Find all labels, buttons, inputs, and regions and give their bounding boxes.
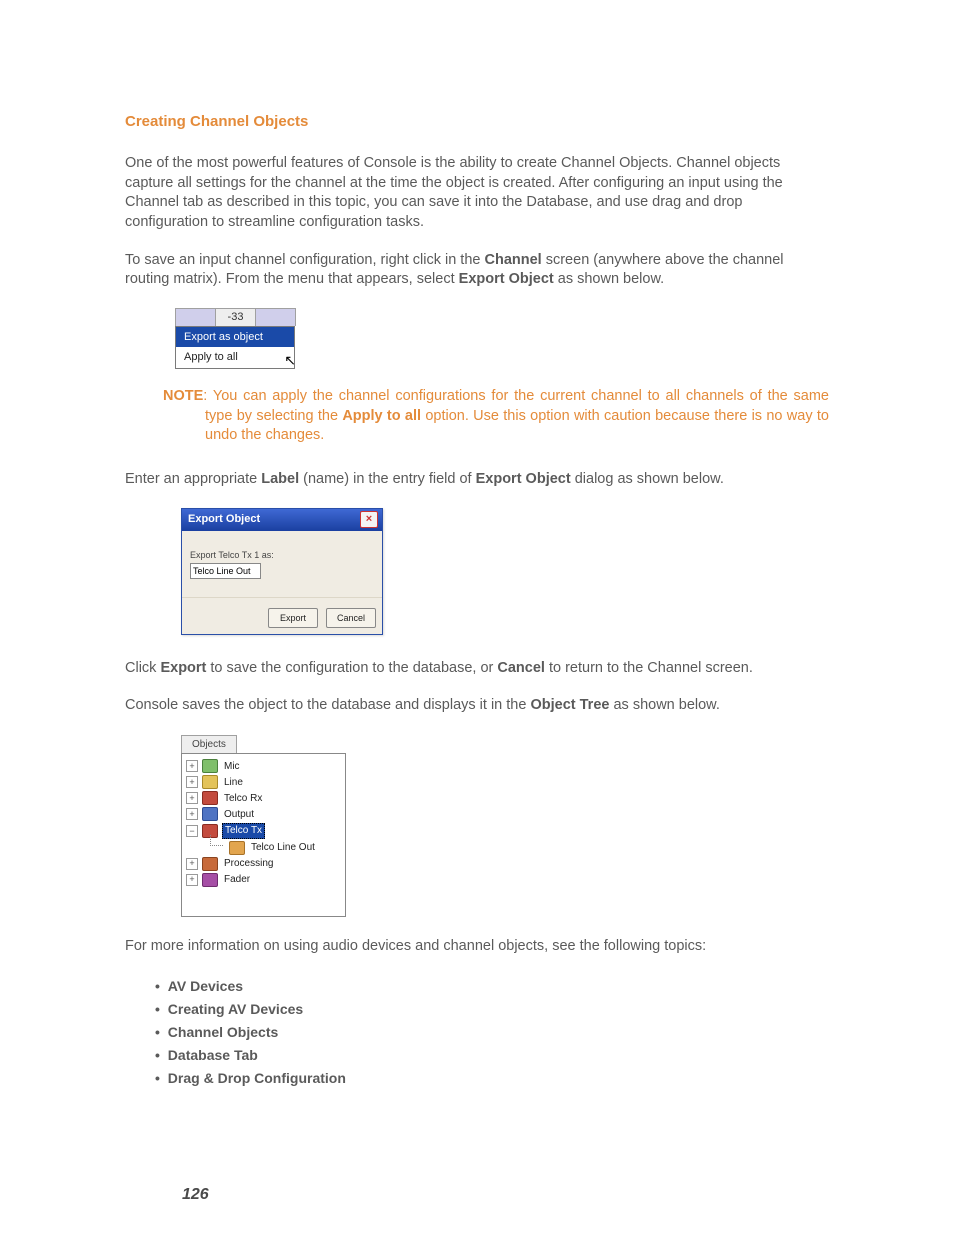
paragraph-more-info: For more information on using audio devi… — [125, 937, 829, 957]
expand-icon[interactable]: + — [186, 858, 198, 870]
tree-item-mic[interactable]: + Mic — [186, 758, 341, 774]
object-tree-panel: + Mic + Line + Telco Rx — [181, 753, 346, 917]
tree-item-telco-line-out[interactable]: Telco Line Out — [186, 840, 341, 856]
expand-icon[interactable]: + — [186, 776, 198, 788]
gain-seg-left — [175, 308, 216, 326]
context-menu: Export as object Apply to all ↖ — [175, 326, 295, 370]
tab-objects[interactable]: Objects — [181, 735, 237, 754]
expand-icon[interactable]: + — [186, 808, 198, 820]
topic-link-av-devices[interactable]: AV Devices — [155, 975, 829, 998]
gain-readout: -33 — [215, 308, 256, 326]
tree-item-fader[interactable]: + Fader — [186, 872, 341, 888]
context-menu-item-export-as-object[interactable]: Export as object — [176, 327, 294, 348]
dialog-title: Export Object — [188, 512, 260, 527]
export-field-label: Export Telco Tx 1 as: — [190, 549, 374, 561]
export-dialog-figure: Export Object × Export Telco Tx 1 as: Ex… — [181, 508, 829, 635]
topic-link-creating-av[interactable]: Creating AV Devices — [155, 998, 829, 1021]
paragraph-rightclick: To save an input channel configuration, … — [125, 251, 829, 290]
paragraph-intro: One of the most powerful features of Con… — [125, 154, 829, 232]
mic-icon — [202, 759, 218, 773]
topic-link-database-tab[interactable]: Database Tab — [155, 1044, 829, 1067]
block-icon — [229, 841, 245, 855]
paragraph-enter-label: Enter an appropriate Label (name) in the… — [125, 470, 829, 490]
fader-icon — [202, 873, 218, 887]
tree-connector-icon — [210, 835, 223, 846]
export-button[interactable]: Export — [268, 608, 318, 628]
note-label: NOTE — [163, 388, 203, 404]
tree-item-telco-rx[interactable]: + Telco Rx — [186, 790, 341, 806]
topic-link-channel-objects[interactable]: Channel Objects — [155, 1021, 829, 1044]
section-heading: Creating Channel Objects — [125, 112, 829, 132]
note-block: NOTE: You can apply the channel configur… — [125, 387, 829, 446]
tree-item-output[interactable]: + Output — [186, 806, 341, 822]
export-object-dialog: Export Object × Export Telco Tx 1 as: Ex… — [181, 508, 383, 635]
line-icon — [202, 775, 218, 789]
collapse-icon[interactable]: − — [186, 825, 198, 837]
topic-link-drag-drop[interactable]: Drag & Drop Configuration — [155, 1067, 829, 1090]
object-tree-figure: Objects + Mic + Line + — [181, 734, 829, 918]
tree-item-line[interactable]: + Line — [186, 774, 341, 790]
context-menu-item-apply-to-all[interactable]: Apply to all — [176, 347, 294, 368]
export-name-input[interactable] — [190, 563, 261, 579]
document-body: Creating Channel Objects One of the most… — [125, 112, 829, 1089]
expand-icon[interactable]: + — [186, 792, 198, 804]
telco-rx-icon — [202, 791, 218, 805]
tree-item-processing[interactable]: + Processing — [186, 856, 341, 872]
paragraph-click-export: Click Export to save the configuration t… — [125, 659, 829, 679]
output-icon — [202, 807, 218, 821]
expand-icon[interactable]: + — [186, 760, 198, 772]
paragraph-object-tree: Console saves the object to the database… — [125, 696, 829, 716]
gain-seg-right — [255, 308, 296, 326]
processing-icon — [202, 857, 218, 871]
context-menu-figure: -33 Export as object Apply to all ↖ — [175, 308, 829, 370]
cancel-button[interactable]: Cancel — [326, 608, 376, 628]
close-icon[interactable]: × — [360, 511, 378, 528]
expand-icon[interactable]: + — [186, 874, 198, 886]
topics-list: AV Devices Creating AV Devices Channel O… — [155, 975, 829, 1089]
page-number: 126 — [182, 1186, 209, 1204]
dialog-titlebar: Export Object × — [182, 509, 382, 531]
